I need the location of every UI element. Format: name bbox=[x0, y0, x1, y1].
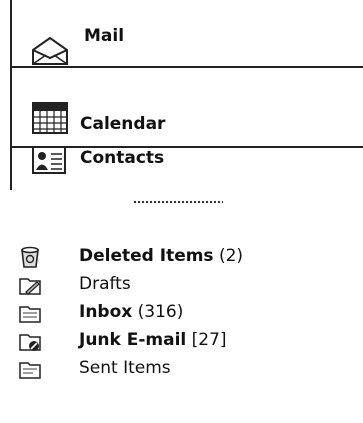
folder-name: Sent Items bbox=[79, 358, 171, 378]
folder-name: Deleted Items bbox=[79, 246, 214, 266]
folder-name: Inbox bbox=[79, 302, 133, 322]
navigation-pane: Mail Calendar Contacts bbox=[10, 0, 363, 190]
junk-email-icon bbox=[18, 329, 42, 353]
folder-item-drafts[interactable]: Drafts bbox=[18, 273, 348, 301]
inbox-icon bbox=[18, 301, 42, 325]
folder-item-sent-items[interactable]: Sent Items bbox=[18, 357, 348, 385]
folder-item-deleted-items[interactable]: Deleted Items (2) bbox=[18, 245, 348, 273]
contacts-label: Contacts bbox=[80, 148, 165, 168]
folder-count: [27] bbox=[191, 330, 227, 350]
mail-button[interactable]: Mail bbox=[12, 0, 363, 66]
folder-count: (2) bbox=[218, 246, 244, 266]
envelope-icon bbox=[30, 36, 70, 70]
deleted-items-icon bbox=[18, 245, 42, 269]
divider bbox=[12, 66, 363, 68]
folder-list: Deleted Items (2) Drafts Inbox (316) Jun… bbox=[18, 245, 348, 385]
folder-name: Junk E-mail bbox=[79, 330, 187, 350]
folder-item-inbox[interactable]: Inbox (316) bbox=[18, 301, 348, 329]
pane-resize-grip[interactable] bbox=[133, 199, 223, 205]
drafts-icon bbox=[18, 273, 42, 297]
folder-name: Drafts bbox=[79, 274, 131, 294]
calendar-button[interactable]: Calendar bbox=[12, 100, 363, 146]
calendar-icon bbox=[32, 102, 68, 138]
contacts-button[interactable]: Contacts bbox=[12, 146, 363, 182]
contact-card-icon bbox=[32, 146, 66, 178]
calendar-label: Calendar bbox=[80, 114, 166, 134]
folder-item-junk-email[interactable]: Junk E-mail [27] bbox=[18, 329, 348, 357]
folder-count: (316) bbox=[137, 302, 184, 322]
sent-items-icon bbox=[18, 357, 42, 381]
mail-label: Mail bbox=[84, 26, 125, 46]
